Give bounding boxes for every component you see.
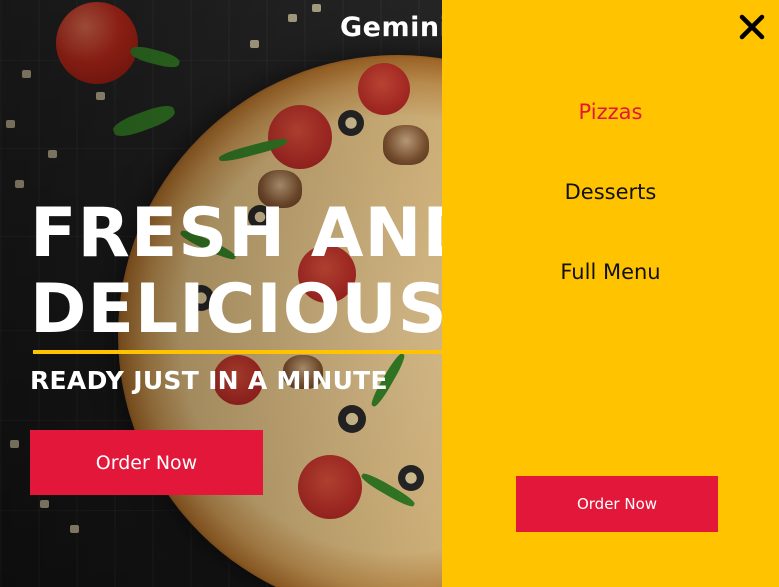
hero-order-now-button[interactable]: Order Now (30, 430, 263, 495)
menu-item-pizzas[interactable]: Pizzas (442, 92, 779, 172)
side-menu-list: Pizzas Desserts Full Menu (442, 92, 779, 332)
menu-order-now-button[interactable]: Order Now (516, 476, 718, 532)
close-icon[interactable] (737, 12, 767, 42)
side-menu-panel: Pizzas Desserts Full Menu Order Now (442, 0, 779, 587)
headline-line-1: FRESH AND (30, 194, 480, 273)
hero-subheadline: READY JUST IN A MINUTE (30, 366, 388, 395)
hero-headline: FRESH AND DELICIOUS (30, 196, 480, 348)
menu-item-desserts[interactable]: Desserts (442, 172, 779, 252)
headline-underline (33, 350, 453, 354)
brand-logo[interactable]: Gemini (340, 12, 449, 43)
headline-line-2: DELICIOUS (30, 270, 448, 349)
menu-item-full-menu[interactable]: Full Menu (442, 252, 779, 332)
